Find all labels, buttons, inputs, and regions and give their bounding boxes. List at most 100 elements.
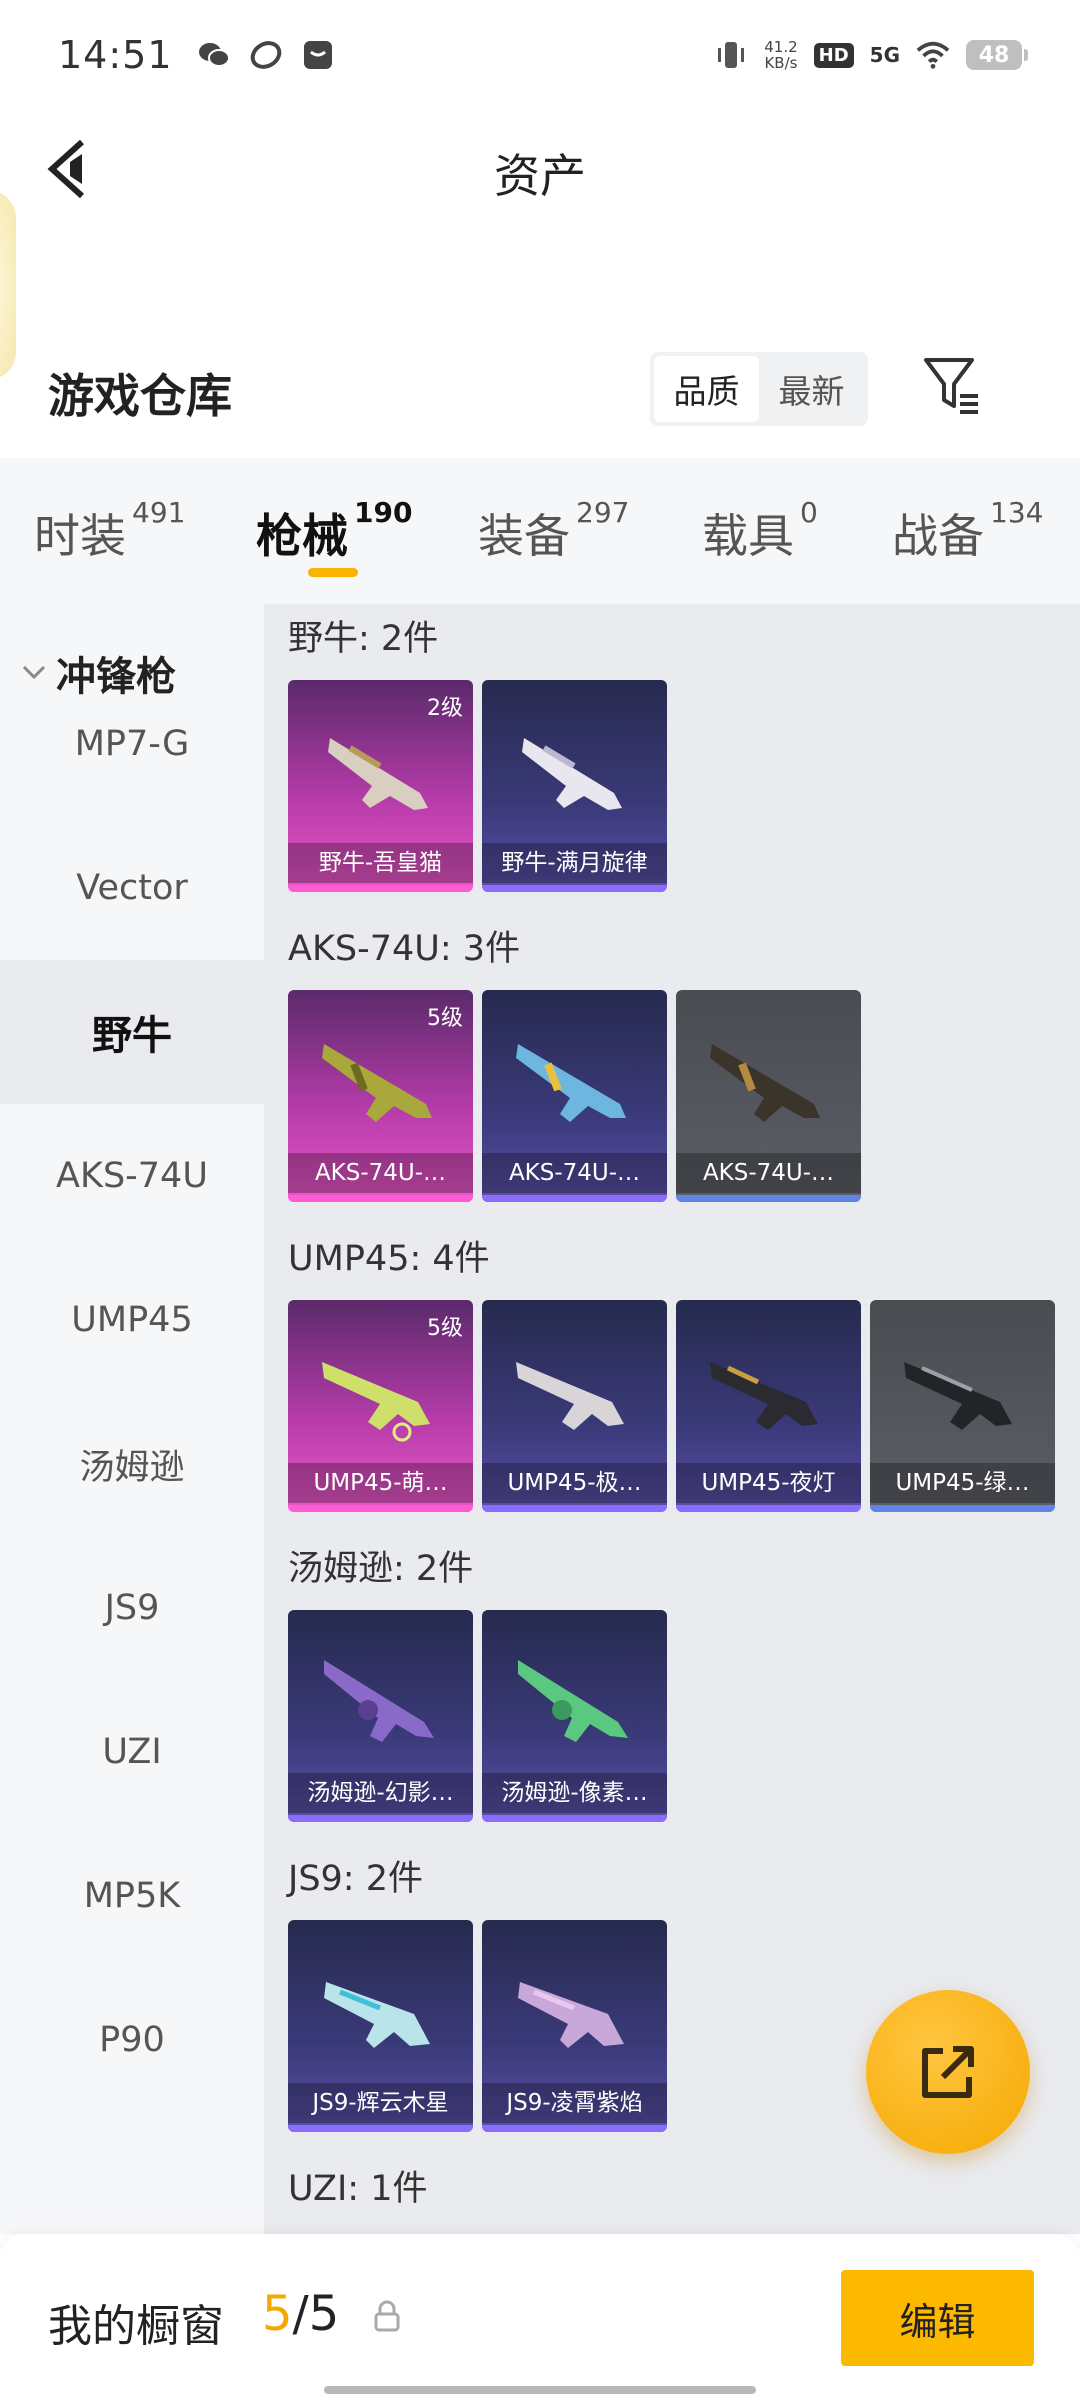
group-title: JS9: 2件: [288, 1859, 423, 1899]
rarity-bar: [288, 1815, 473, 1822]
rarity-bar: [482, 1815, 667, 1822]
share-button[interactable]: [866, 1990, 1030, 2154]
weapon-name: 野牛-满月旋律: [482, 843, 667, 883]
showcase-label: 我的橱窗: [48, 2301, 224, 2352]
tab-label: 时装: [34, 509, 126, 563]
lock-icon: [372, 2300, 402, 2334]
hd-badge: HD: [813, 42, 854, 68]
sort-by-newest[interactable]: 最新: [759, 356, 864, 422]
weapon-skin-icon: [904, 1362, 1012, 1430]
weapon-name: 野牛-吾皇猫: [288, 843, 473, 883]
rarity-bar: [870, 1505, 1055, 1512]
sidebar-item[interactable]: MP7-G: [0, 672, 264, 816]
sidebar-item[interactable]: JS9: [0, 1536, 264, 1680]
weapon-name: UMP45-萌…: [288, 1463, 473, 1503]
weapon-card[interactable]: AKS-74U-…: [482, 990, 667, 1202]
tab-vehicles[interactable]: 载具 0: [702, 496, 818, 566]
weapon-skin-icon: [322, 1044, 432, 1122]
tab-equipment[interactable]: 装备 297: [478, 496, 629, 566]
weapon-name: JS9-辉云木星: [288, 2083, 473, 2123]
weapon-skin-icon: [328, 738, 428, 810]
weapon-card[interactable]: JS9-凌霄紫焰: [482, 1920, 667, 2132]
network-type: 5G: [869, 43, 900, 67]
rarity-bar: [482, 885, 667, 892]
rarity-bar: [482, 1505, 667, 1512]
status-right: 41.2 KB/s HD 5G 48: [714, 38, 1028, 72]
sidebar-item[interactable]: P90: [0, 1968, 264, 2112]
filter-button[interactable]: [918, 350, 988, 420]
weapon-card[interactable]: UMP45-绿…: [870, 1300, 1055, 1512]
weapon-name: AKS-74U-…: [482, 1153, 667, 1193]
showcase-current: 5: [262, 2286, 293, 2342]
tab-count: 0: [800, 496, 818, 529]
weapon-name: UMP45-极…: [482, 1463, 667, 1503]
group-title: AKS-74U: 3件: [288, 929, 521, 969]
tab-label: 装备: [478, 509, 570, 563]
net-speed: 41.2 KB/s: [764, 39, 797, 71]
weapon-card[interactable]: 5级 UMP45-萌…: [288, 1300, 473, 1512]
group-title: UZI: 1件: [288, 2169, 428, 2209]
tab-costume[interactable]: 时装 491: [34, 496, 185, 566]
sidebar-item[interactable]: Vector: [0, 816, 264, 960]
vibrate-icon: [714, 38, 748, 72]
sidebar-item[interactable]: UZI: [0, 1680, 264, 1824]
sidebar-item[interactable]: MP5K: [0, 1824, 264, 1968]
page-title: 资产: [494, 149, 586, 203]
rarity-bar: [288, 1505, 473, 1512]
weapon-name: AKS-74U-…: [676, 1153, 861, 1193]
showcase-total: /5: [292, 2286, 340, 2342]
sort-toggle: 品质 最新: [650, 352, 868, 426]
tab-supplies[interactable]: 战备 134: [892, 496, 1043, 566]
weapon-card[interactable]: UMP45-极…: [482, 1300, 667, 1512]
weapon-card[interactable]: 汤姆逊-幻影…: [288, 1610, 473, 1822]
status-app-icons: [197, 38, 335, 72]
sidebar-item[interactable]: AKS-74U: [0, 1104, 264, 1248]
weapon-skin-icon: [322, 1362, 430, 1442]
weapon-card[interactable]: 5级 AKS-74U-…: [288, 990, 473, 1202]
tab-count: 134: [990, 496, 1044, 529]
weapon-card[interactable]: JS9-辉云木星: [288, 1920, 473, 2132]
external-share-icon: [922, 2046, 974, 2098]
rarity-bar: [676, 1505, 861, 1512]
weapon-skin-icon: [710, 1044, 820, 1122]
weapon-card[interactable]: UMP45-夜灯: [676, 1300, 861, 1512]
weapon-skin-icon: [516, 1044, 626, 1122]
tab-label: 战备: [892, 509, 984, 563]
weapon-name: 汤姆逊-像素…: [482, 1773, 667, 1813]
message-icon: [301, 38, 335, 72]
weapon-card[interactable]: AKS-74U-…: [676, 990, 861, 1202]
tab-label: 载具: [702, 509, 794, 563]
weapon-card[interactable]: 2级 野牛-吾皇猫: [288, 680, 473, 892]
showcase-bar: 我的橱窗 5/5 编辑: [0, 2234, 1080, 2400]
weapon-level: 2级: [427, 696, 463, 721]
weapon-name: JS9-凌霄紫焰: [482, 2083, 667, 2123]
sidebar-item[interactable]: UMP45: [0, 1248, 264, 1392]
showcase-count: 5/5: [262, 2286, 339, 2342]
weapon-skin-icon: [324, 1660, 434, 1742]
sidebar-item-active[interactable]: 野牛: [0, 960, 264, 1104]
weapon-card[interactable]: 野牛-满月旋律: [482, 680, 667, 892]
weapon-skin-icon: [710, 1362, 818, 1430]
weapon-skin-icon: [324, 1982, 430, 2048]
weapon-skin-icon: [518, 1660, 628, 1742]
sort-by-quality[interactable]: 品质: [654, 356, 759, 422]
group-title: UMP45: 4件: [288, 1239, 490, 1279]
rarity-bar: [676, 1195, 861, 1202]
group-title: 汤姆逊: 2件: [288, 1549, 474, 1589]
home-indicator[interactable]: [324, 2386, 756, 2394]
weapon-card[interactable]: 汤姆逊-像素…: [482, 1610, 667, 1822]
weapon-level: 5级: [427, 1316, 463, 1341]
sidebar-item[interactable]: 汤姆逊: [0, 1392, 264, 1536]
battery-indicator: 48: [966, 40, 1028, 70]
tab-weapons[interactable]: 枪械 190: [256, 496, 412, 566]
edit-button[interactable]: 编辑: [841, 2270, 1034, 2366]
category-tabs: 时装 491 枪械 190 装备 297 载具 0 战备 134: [0, 458, 1080, 604]
weapon-skin-icon: [518, 1982, 624, 2048]
weapon-skin-icon: [522, 738, 622, 810]
active-tab-indicator: [308, 568, 358, 577]
weapon-name: UMP45-绿…: [870, 1463, 1055, 1503]
weapon-name: 汤姆逊-幻影…: [288, 1773, 473, 1813]
net-speed-unit: KB/s: [764, 54, 798, 72]
app-header: 资产: [0, 110, 1080, 380]
warehouse-title: 游戏仓库: [48, 369, 232, 423]
